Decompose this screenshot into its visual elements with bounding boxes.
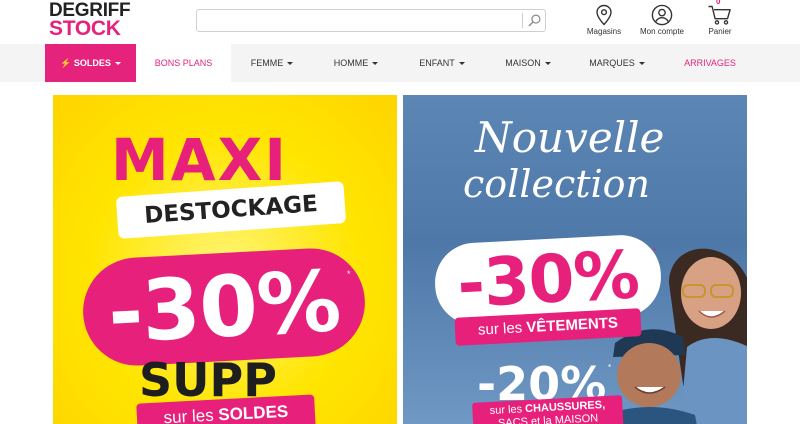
account-link[interactable]: Mon compte [638,4,686,36]
nav-arrivages-label: ARRIVAGES [684,58,736,68]
caret-down-icon [114,62,121,66]
map-pin-icon [596,4,612,26]
nav-femme-label: FEMME [250,58,284,68]
account-label: Mon compte [639,27,685,36]
discount-shoes-asterisk: * [608,363,612,372]
site-header: DEGRIFF STOCK Magasins Mon compte Panier… [0,0,800,44]
banner-supp-text: SUPP [139,353,277,407]
nav-femme[interactable]: FEMME [240,44,304,82]
banner-maxi-text: MAXI [111,126,288,194]
caret-down-icon [458,62,465,66]
cart-label: Panier [708,27,732,36]
stores-label: Magasins [586,27,622,36]
nav-homme-label: HOMME [333,58,369,68]
nav-enfant-label: ENFANT [419,58,455,68]
nav-soldes-label: SOLDES [73,58,111,68]
nav-soldes[interactable]: ⚡ SOLDES [45,44,136,82]
nav-marques-label: MARQUES [589,58,635,68]
main-nav: ⚡ SOLDES BONS PLANS FEMME HOMME ENFANT M… [0,44,800,82]
discount-clothes-asterisk: * [653,247,657,256]
nav-homme[interactable]: HOMME [322,44,390,82]
logo-line-2: STOCK [49,17,121,41]
nav-maison[interactable]: MAISON [492,44,564,82]
cart-icon [708,5,731,25]
banner-nouvelle-text: Nouvelle [475,113,665,162]
discount-badge: -30% [80,245,368,369]
nav-arrivages[interactable]: ARRIVAGES [674,44,746,82]
nav-bons-plans[interactable]: BONS PLANS [136,44,231,82]
search-separator [522,13,523,28]
promo-banner-destockage[interactable]: MAXI DESTOCKAGE -30% * SUPP sur les SOLD… [53,95,397,424]
banner-discount-text: -30% [105,251,343,363]
discount-asterisk: * [347,269,351,279]
nav-enfant[interactable]: ENFANT [406,44,478,82]
banner-collection-text: collection [463,162,651,206]
nav-marques[interactable]: MARQUES [580,44,654,82]
caret-down-icon [287,62,294,66]
stores-link[interactable]: Magasins [586,4,622,36]
nav-bons-plans-label: BONS PLANS [154,58,213,68]
user-icon [651,4,673,26]
cart-link[interactable]: Panier [700,4,740,36]
site-logo[interactable]: DEGRIFF STOCK [49,1,133,41]
search-input[interactable] [203,12,517,29]
banner-chaussures-text: sur les CHAUSSURES, SACS et la MAISON [489,399,606,424]
caret-down-icon [544,62,551,66]
caret-down-icon [372,62,379,66]
caret-down-icon [638,62,645,66]
search-bar [196,9,546,32]
lightning-icon: ⚡ [60,58,72,68]
promo-banner-nouvelle-collection[interactable]: Nouvelle collection -30% * sur les VÊTEM… [403,95,747,424]
search-icon[interactable] [527,13,542,28]
nav-maison-label: MAISON [505,58,541,68]
cart-count-badge: 0 [716,0,721,6]
